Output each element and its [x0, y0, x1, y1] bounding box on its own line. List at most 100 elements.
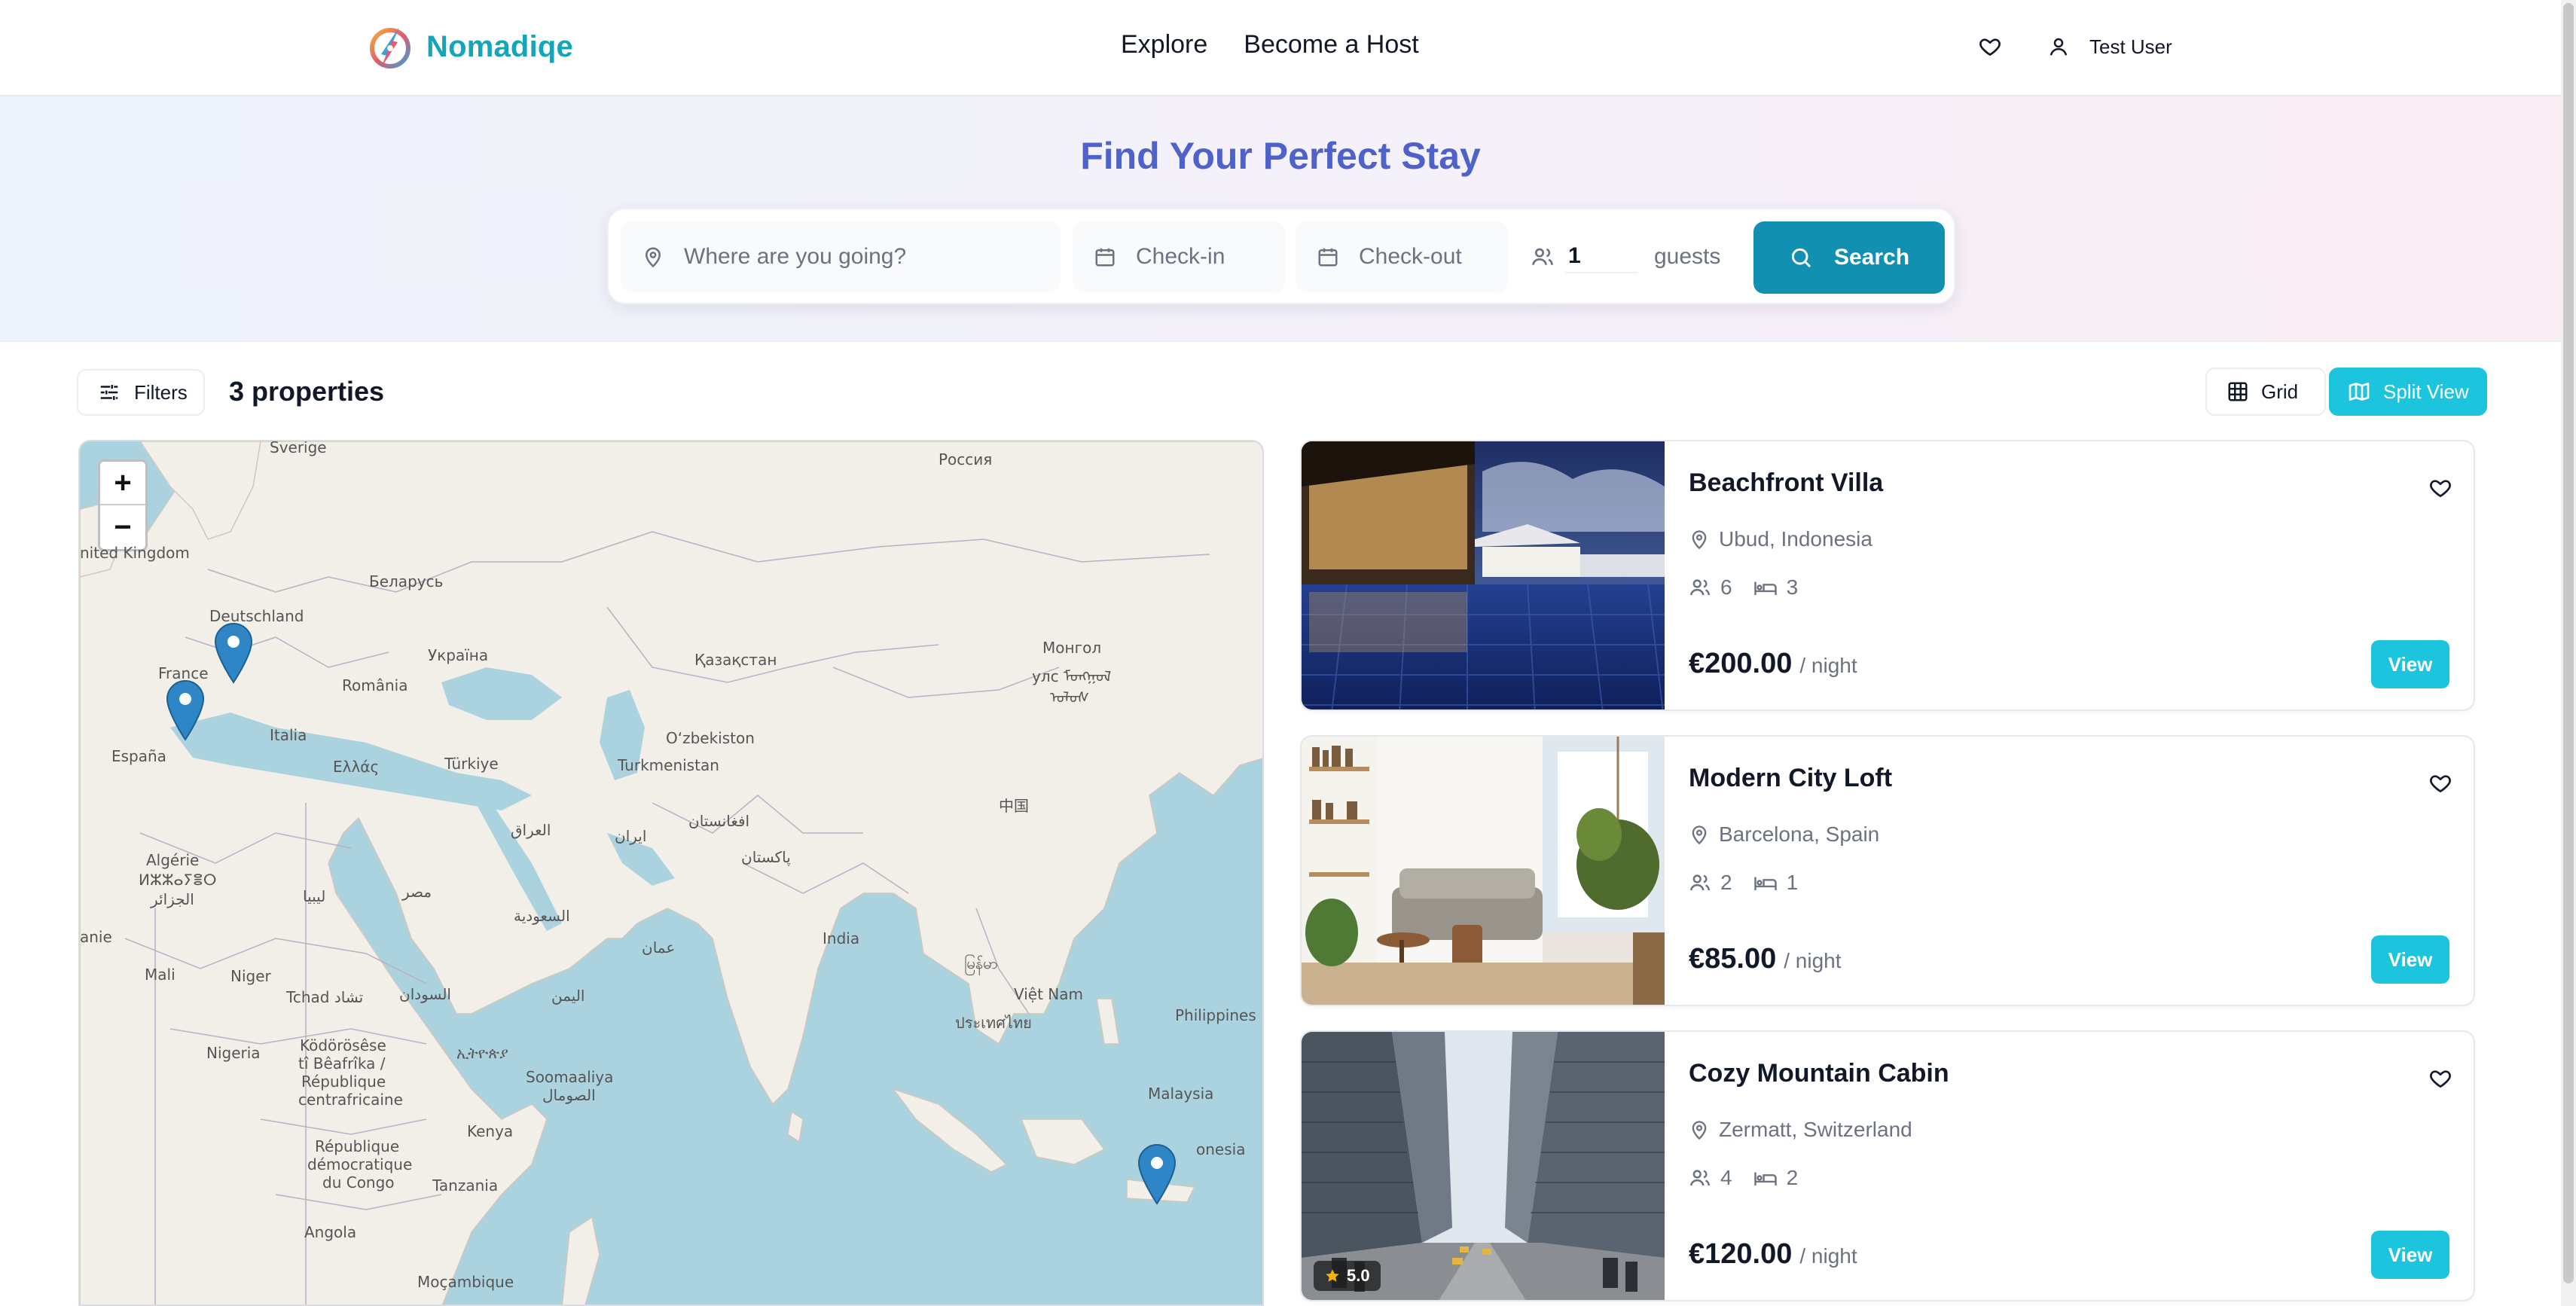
listing-price: €85.00 / night	[1689, 943, 1842, 975]
view-button[interactable]: View	[2371, 935, 2449, 984]
listing-title[interactable]: Modern City Loft	[1689, 764, 1892, 793]
listing-price: €120.00 / night	[1689, 1238, 1857, 1271]
listing-location-text: Ubud, Indonesia	[1719, 527, 1872, 551]
map-label: الجزائر	[151, 890, 194, 908]
view-button[interactable]: View	[2371, 1231, 2449, 1279]
properties-map[interactable]: + − Sverige Россия nited Kingdom Беларус…	[78, 440, 1264, 1306]
map-label: Italia	[270, 726, 307, 744]
map-label: ⵍⵣⵣⴰⵢⴻⵔ	[139, 871, 217, 889]
listing-meta: 6 3	[1689, 575, 1819, 600]
nav-become-host[interactable]: Become a Host	[1244, 30, 1418, 60]
map-label: Україна	[428, 646, 489, 664]
zoom-out-button[interactable]: −	[100, 505, 145, 549]
hero-section: Find Your Perfect Stay Where are you goi…	[0, 96, 2561, 342]
user-name: Test User	[2089, 35, 2172, 58]
price-unit: / night	[1784, 949, 1842, 972]
filters-button[interactable]: Filters	[77, 369, 205, 416]
map-label: España	[111, 747, 166, 765]
property-count: 3 properties	[229, 376, 385, 407]
guests-input[interactable]: 1	[1565, 240, 1637, 273]
price-unit: / night	[1799, 1244, 1857, 1268]
logo-icon	[370, 27, 411, 69]
split-view-button[interactable]: Split View	[2329, 368, 2487, 416]
listing-guests: 6	[1720, 575, 1732, 599]
hero-title: Find Your Perfect Stay	[1080, 135, 1481, 177]
listing-card[interactable]: Modern City Loft Barcelona, Spain 2 1 €8…	[1300, 735, 2475, 1006]
map-label: السودان	[399, 985, 451, 1003]
top-header: Nomadiqe Explore Become a Host Test User	[0, 0, 2561, 96]
users-icon	[1689, 1170, 1711, 1186]
favorite-button[interactable]	[2427, 474, 2454, 502]
map-label: Malaysia	[1148, 1085, 1214, 1103]
listing-location: Zermatt, Switzerland	[1689, 1118, 1912, 1142]
map-label: onesia	[1196, 1140, 1246, 1158]
map-label: Nigeria	[206, 1044, 261, 1062]
calendar-icon	[1317, 246, 1339, 268]
brand-logo[interactable]: Nomadiqe	[365, 21, 573, 72]
price-amount: €200.00	[1689, 648, 1793, 679]
checkin-placeholder: Check-in	[1136, 244, 1225, 269]
listing-title[interactable]: Beachfront Villa	[1689, 468, 1883, 498]
destination-placeholder: Where are you going?	[684, 244, 907, 269]
scrollbar-thumb[interactable]	[2563, 3, 2574, 1283]
nav-explore[interactable]: Explore	[1121, 30, 1207, 60]
map-label: اليمن	[551, 987, 585, 1005]
checkin-field[interactable]: Check-in	[1073, 221, 1285, 292]
listing-meta: 4 2	[1689, 1166, 1819, 1190]
map-label: Việt Nam	[1014, 985, 1084, 1003]
listing-meta: 2 1	[1689, 871, 1819, 895]
checkout-placeholder: Check-out	[1359, 244, 1462, 269]
favorite-button[interactable]	[2427, 770, 2454, 797]
map-label: nited Kingdom	[80, 544, 190, 562]
listing-photo[interactable]	[1302, 737, 1665, 1005]
search-icon	[1791, 248, 1811, 268]
map-label: Ελλάς	[333, 758, 380, 776]
split-view-label: Split View	[2383, 380, 2469, 403]
map-pin-icon	[1692, 1121, 1707, 1140]
favorite-button[interactable]	[2427, 1065, 2454, 1092]
map-label: العراق	[511, 821, 551, 839]
calendar-icon	[1094, 246, 1116, 268]
zoom-in-button[interactable]: +	[100, 462, 145, 505]
view-button[interactable]: View	[2371, 640, 2449, 688]
map-label: du Congo	[322, 1173, 395, 1192]
listing-card[interactable]: 5.0 Cozy Mountain Cabin Zermatt, Switzer…	[1300, 1030, 2475, 1301]
rating-value: 5.0	[1347, 1266, 1370, 1285]
rating-badge: 5.0	[1314, 1261, 1381, 1291]
listing-location-text: Barcelona, Spain	[1719, 822, 1880, 846]
user-menu-button[interactable]: Test User	[2047, 35, 2172, 59]
map-label: démocratique	[307, 1155, 413, 1173]
listing-photo[interactable]	[1302, 441, 1665, 709]
map-label: မြန်မာ	[964, 954, 998, 972]
map-label: tî Bêafrîka /	[298, 1054, 386, 1073]
map-pin-icon	[642, 246, 664, 268]
map-label: România	[342, 676, 408, 694]
map-marker-icon[interactable]	[1137, 1143, 1177, 1205]
map-label: Россия	[939, 450, 993, 468]
grid-icon	[2228, 382, 2248, 401]
map-label: Монгол	[1042, 639, 1102, 657]
search-button[interactable]: Search	[1753, 221, 1945, 294]
destination-field[interactable]: Where are you going?	[621, 221, 1061, 292]
map-label: 中国	[999, 797, 1029, 815]
map-pin-icon	[1692, 530, 1707, 550]
listing-card[interactable]: Beachfront Villa Ubud, Indonesia 6 3 €20…	[1300, 440, 2475, 711]
map-label: الصومال	[542, 1086, 596, 1104]
map-label: Moçambique	[417, 1273, 514, 1291]
map-marker-icon[interactable]	[166, 679, 205, 741]
map-label: Kenya	[467, 1122, 514, 1140]
listing-location-text: Zermatt, Switzerland	[1719, 1118, 1912, 1141]
checkout-field[interactable]: Check-out	[1296, 221, 1508, 292]
favorites-button[interactable]	[1973, 30, 2007, 63]
listing-title[interactable]: Cozy Mountain Cabin	[1689, 1059, 1949, 1088]
map-label: Turkmenistan	[618, 756, 719, 774]
users-icon	[1689, 874, 1711, 891]
map-marker-icon[interactable]	[214, 622, 253, 684]
map-label: السعودية	[514, 907, 570, 925]
listing-photo[interactable]: 5.0	[1302, 1032, 1665, 1300]
heart-icon	[2430, 1070, 2451, 1088]
grid-view-button[interactable]: Grid	[2205, 368, 2326, 416]
map-label: ᠤᠯᠤᠰ	[1050, 688, 1090, 706]
users-icon	[1689, 579, 1711, 596]
map-label: Philippines	[1175, 1006, 1256, 1024]
